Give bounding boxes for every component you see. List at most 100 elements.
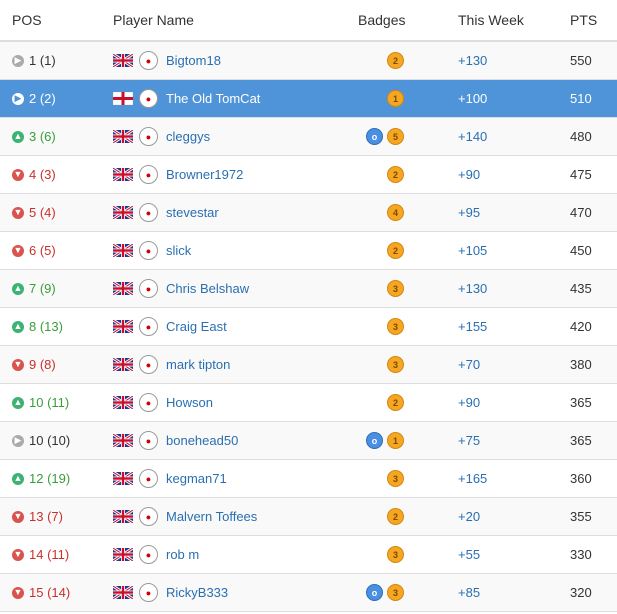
player-cell: ● Howson [112, 393, 213, 412]
table-row[interactable]: ▶ 1 (1) ● Bigtom18 2 +130 550 [0, 42, 617, 80]
points-value: 550 [570, 53, 592, 68]
gold-badge-icon[interactable]: 2 [387, 508, 404, 525]
this-week-link[interactable]: +130 [458, 281, 487, 296]
this-week-link[interactable]: +155 [458, 319, 487, 334]
table-row[interactable]: ▲ 10 (11) ● Howson 2 +90 365 [0, 384, 617, 422]
table-row[interactable]: ▶ 2 (2) ● The Old TomCat 1 +100 510 [0, 80, 617, 118]
header-player-name[interactable]: Player Name [113, 12, 194, 28]
player-cell: ● Browner1972 [112, 165, 243, 184]
gold-badge-icon[interactable]: 3 [387, 356, 404, 373]
table-row[interactable]: ▼ 4 (3) ● Browner1972 2 +90 475 [0, 156, 617, 194]
player-cell: ● slick [112, 241, 191, 260]
badges-cell: o1 [358, 432, 404, 449]
this-week-link[interactable]: +100 [458, 91, 487, 106]
player-name-link[interactable]: kegman71 [166, 471, 227, 486]
this-week-link[interactable]: +95 [458, 205, 480, 220]
player-name-link[interactable]: Malvern Toffees [166, 509, 257, 524]
table-row[interactable]: ▲ 12 (19) ● kegman71 3 +165 360 [0, 460, 617, 498]
player-name-link[interactable]: cleggys [166, 129, 210, 144]
pos-cell: ▲ 8 (13) [12, 319, 63, 334]
gold-badge-icon[interactable]: 3 [387, 584, 404, 601]
position-text: 3 (6) [29, 129, 56, 144]
table-row[interactable]: ▼ 6 (5) ● slick 2 +105 450 [0, 232, 617, 270]
table-body: ▶ 1 (1) ● Bigtom18 2 +130 550 ▶ 2 (2) ● The Old To… [0, 42, 617, 612]
gold-badge-icon[interactable]: 2 [387, 52, 404, 69]
table-row[interactable]: ▼ 9 (8) ● mark tipton 3 +70 380 [0, 346, 617, 384]
player-name-link[interactable]: stevestar [166, 205, 219, 220]
player-name-link[interactable]: slick [166, 243, 191, 258]
this-week-link[interactable]: +105 [458, 243, 487, 258]
player-name-link[interactable]: Craig East [166, 319, 227, 334]
gold-badge-icon[interactable]: 2 [387, 166, 404, 183]
gb-flag-icon [112, 166, 134, 183]
this-week-link[interactable]: +130 [458, 53, 487, 68]
points-value: 420 [570, 319, 592, 334]
badges-cell: 3 [358, 280, 404, 297]
player-name-link[interactable]: The Old TomCat [166, 91, 260, 106]
trend-up-icon: ▲ [12, 130, 24, 143]
trend-down-icon: ▼ [12, 510, 24, 523]
table-row[interactable]: ▲ 8 (13) ● Craig East 3 +155 420 [0, 308, 617, 346]
trend-down-icon: ▼ [12, 358, 24, 371]
gold-badge-icon[interactable]: 1 [387, 432, 404, 449]
this-week-link[interactable]: +90 [458, 395, 480, 410]
position-text: 6 (5) [29, 243, 56, 258]
player-name-link[interactable]: rob m [166, 547, 199, 562]
crest-icon: ● [139, 127, 158, 146]
player-name-link[interactable]: Bigtom18 [166, 53, 221, 68]
blue-badge-icon[interactable]: o [366, 584, 383, 601]
this-week-link[interactable]: +70 [458, 357, 480, 372]
table-row[interactable]: ▼ 14 (11) ● rob m 3 +55 330 [0, 536, 617, 574]
this-week-link[interactable]: +55 [458, 547, 480, 562]
blue-badge-icon[interactable]: o [366, 432, 383, 449]
trend-down-icon: ▼ [12, 548, 24, 561]
pos-cell: ▼ 9 (8) [12, 357, 56, 372]
player-name-link[interactable]: bonehead50 [166, 433, 238, 448]
this-week-link[interactable]: +20 [458, 509, 480, 524]
gold-badge-icon[interactable]: 2 [387, 394, 404, 411]
table-row[interactable]: ▶ 10 (10) ● bonehead50 o 1 +75 365 [0, 422, 617, 460]
gold-badge-icon[interactable]: 3 [387, 318, 404, 335]
crest-icon: ● [139, 355, 158, 374]
header-badges[interactable]: Badges [358, 12, 405, 28]
gb-flag-icon [112, 432, 134, 449]
header-this-week[interactable]: This Week [458, 12, 524, 28]
gold-badge-icon[interactable]: 3 [387, 546, 404, 563]
gold-badge-icon[interactable]: 2 [387, 242, 404, 259]
gold-badge-icon[interactable]: 1 [387, 90, 404, 107]
table-row[interactable]: ▼ 5 (4) ● stevestar 4 +95 470 [0, 194, 617, 232]
gb-flag-icon [112, 52, 134, 69]
player-name-link[interactable]: Chris Belshaw [166, 281, 249, 296]
table-row[interactable]: ▼ 13 (7) ● Malvern Toffees 2 +20 355 [0, 498, 617, 536]
trend-down-icon: ▼ [12, 244, 24, 257]
gold-badge-icon[interactable]: 4 [387, 204, 404, 221]
this-week-link[interactable]: +90 [458, 167, 480, 182]
gold-badge-icon[interactable]: 5 [387, 128, 404, 145]
this-week-link[interactable]: +85 [458, 585, 480, 600]
player-cell: ● stevestar [112, 203, 219, 222]
this-week-link[interactable]: +140 [458, 129, 487, 144]
gold-badge-icon[interactable]: 3 [387, 280, 404, 297]
points-value: 380 [570, 357, 592, 372]
player-name-link[interactable]: Browner1972 [166, 167, 243, 182]
player-name-link[interactable]: RickyB333 [166, 585, 228, 600]
badges-cell: 2 [358, 52, 404, 69]
player-cell: ● kegman71 [112, 469, 227, 488]
table-row[interactable]: ▲ 7 (9) ● Chris Belshaw 3 +130 435 [0, 270, 617, 308]
gold-badge-icon[interactable]: 3 [387, 470, 404, 487]
table-row[interactable]: ▼ 15 (14) ● RickyB333 o 3 +85 320 [0, 574, 617, 612]
player-name-link[interactable]: Howson [166, 395, 213, 410]
table-row[interactable]: ▲ 3 (6) ● cleggys o 5 +140 480 [0, 118, 617, 156]
player-cell: ● Bigtom18 [112, 51, 221, 70]
this-week-link[interactable]: +75 [458, 433, 480, 448]
pos-cell: ▼ 4 (3) [12, 167, 56, 182]
blue-badge-icon[interactable]: o [366, 128, 383, 145]
gb-flag-icon [112, 280, 134, 297]
trend-same-icon: ▶ [12, 434, 24, 447]
trend-up-icon: ▲ [12, 396, 24, 409]
player-name-link[interactable]: mark tipton [166, 357, 230, 372]
header-pos[interactable]: POS [12, 12, 42, 28]
this-week-link[interactable]: +165 [458, 471, 487, 486]
header-pts[interactable]: PTS [570, 12, 597, 28]
position-text: 8 (13) [29, 319, 63, 334]
